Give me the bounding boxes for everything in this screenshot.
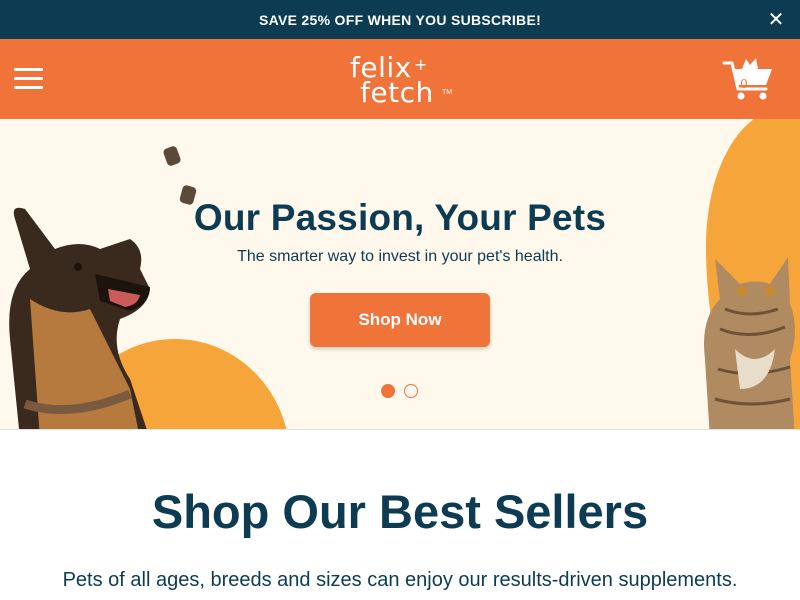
hero-title: Our Passion, Your Pets (193, 197, 607, 238)
logo-plus: + (414, 55, 428, 74)
logo-word-fetch: fetch (360, 76, 434, 109)
felix-fetch-logo[interactable]: felix + fetch TM (346, 49, 458, 111)
logo-trademark: TM (442, 89, 453, 96)
close-icon[interactable]: ✕ (766, 9, 786, 29)
cart-count: 0 (740, 77, 748, 91)
treat-image (162, 145, 182, 167)
hero-banner: Our Passion, Your Pets The smarter way t… (0, 119, 800, 430)
shop-now-button[interactable]: Shop Now (310, 293, 490, 347)
cart-button[interactable]: 0 (722, 57, 776, 101)
carousel-dot-2[interactable] (404, 384, 418, 398)
promo-text: SAVE 25% OFF WHEN YOU SUBSCRIBE! (258, 11, 542, 28)
cat-image (704, 257, 795, 429)
carousel-dots (381, 384, 421, 398)
hamburger-menu-icon[interactable] (14, 68, 44, 90)
promo-bar: SAVE 25% OFF WHEN YOU SUBSCRIBE! ✕ (0, 0, 800, 39)
carousel-dot-1[interactable] (381, 384, 395, 398)
best-sellers-title: Shop Our Best Sellers (151, 485, 649, 538)
best-sellers-subtitle: Pets of all ages, breeds and sizes can e… (62, 569, 738, 591)
site-header: felix + fetch TM 0 (0, 39, 800, 119)
hero-subtitle: The smarter way to invest in your pet's … (237, 248, 563, 265)
